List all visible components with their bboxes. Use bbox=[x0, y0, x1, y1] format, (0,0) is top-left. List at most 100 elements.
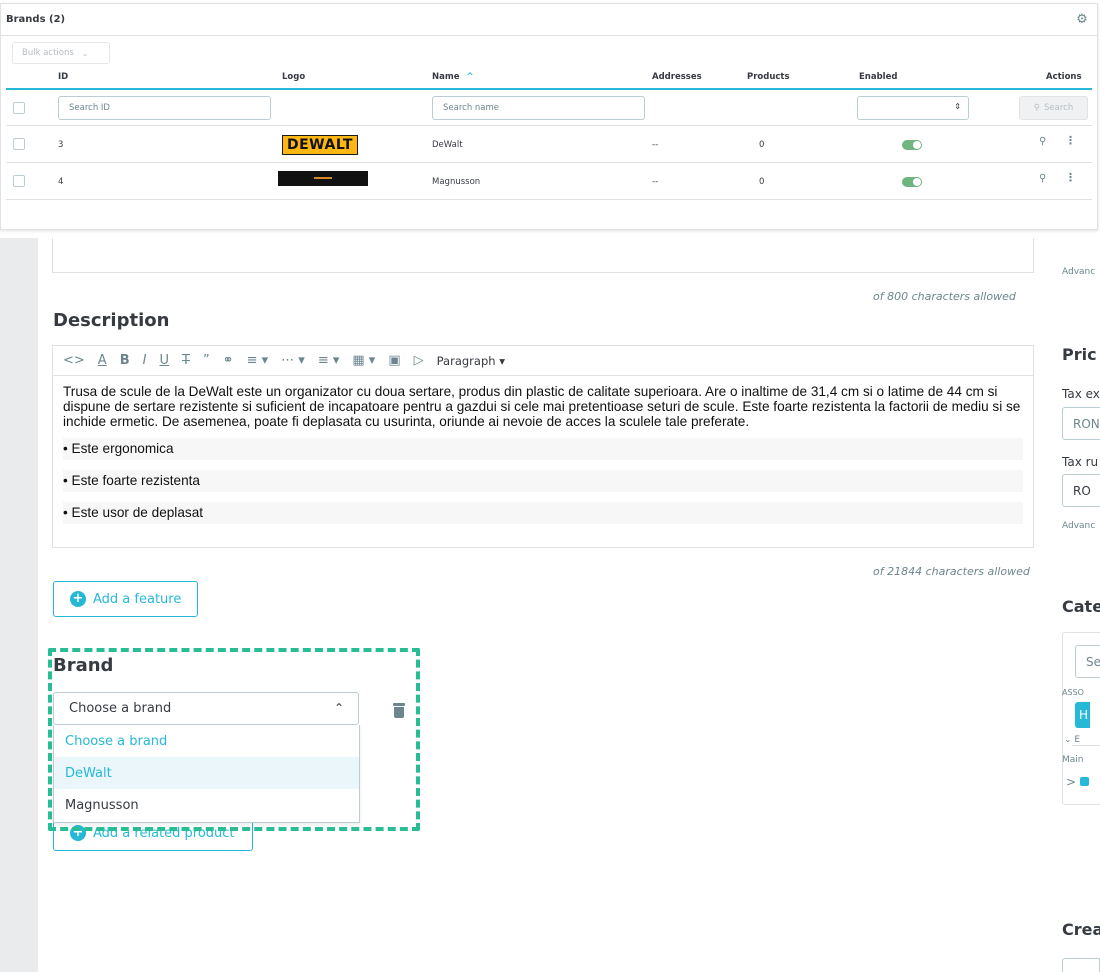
brands-panel-header: Brands (2) ⚙ bbox=[1, 4, 1097, 36]
select-arrows-icon: ⇕ bbox=[954, 102, 961, 111]
brand-dropdown-menu: Choose a brand DeWalt Magnusson bbox=[53, 725, 360, 823]
brand-option[interactable]: Magnusson bbox=[54, 789, 359, 821]
strikethrough-icon[interactable]: T bbox=[182, 353, 190, 368]
italic-icon[interactable]: I bbox=[143, 353, 147, 368]
bulk-actions-button[interactable]: Bulk actions ⌄ bbox=[12, 42, 110, 64]
row-name: Magnusson bbox=[432, 177, 481, 187]
search-button-label: Search bbox=[1044, 103, 1074, 113]
chevron-up-icon: ⌃ bbox=[333, 701, 344, 715]
row-name: DeWalt bbox=[432, 140, 463, 150]
meta-field[interactable] bbox=[52, 238, 1034, 273]
paragraph-format-dropdown[interactable]: Paragraph ▾ bbox=[437, 354, 505, 368]
enabled-toggle[interactable] bbox=[902, 177, 922, 187]
description-editor[interactable]: <> A B I U T ” ⚭ ≡ ▾ ⋯ ▾ ≡ ▾ ▦ ▾ ▣ ▷ Par… bbox=[52, 345, 1034, 548]
main-category-label: Main bbox=[1062, 755, 1084, 765]
checkbox-checked-icon bbox=[1079, 777, 1089, 786]
chevron-down-icon: ⌄ bbox=[81, 48, 89, 58]
column-header-products: Products bbox=[747, 72, 790, 82]
brand-select[interactable]: Choose a brand ⌃ bbox=[53, 692, 359, 725]
view-icon[interactable]: ⚲ bbox=[1039, 173, 1046, 184]
trash-icon[interactable] bbox=[393, 703, 405, 718]
main-category-toggle[interactable]: > bbox=[1066, 775, 1100, 789]
description-title: Description bbox=[53, 310, 170, 331]
table-row[interactable]: 3 DEWALT DeWalt -- 0 ⚲ ⋮ bbox=[6, 126, 1092, 163]
row-products: 0 bbox=[759, 140, 765, 150]
bullet-list-icon[interactable]: ⋯ ▾ bbox=[281, 353, 305, 368]
bold-icon[interactable]: B bbox=[120, 353, 130, 368]
description-bullet: • Este foarte rezistenta bbox=[63, 470, 1023, 492]
brand-title: Brand bbox=[53, 655, 114, 676]
column-header-name-label: Name bbox=[432, 72, 460, 82]
tax-rule-value: RO bbox=[1073, 483, 1091, 498]
align-icon[interactable]: ≡ ▾ bbox=[247, 353, 269, 368]
description-bullet: • Este usor de deplasat bbox=[63, 502, 1023, 524]
row-checkbox[interactable] bbox=[13, 175, 25, 187]
underline-icon[interactable]: U bbox=[159, 353, 169, 368]
text-color-icon[interactable]: A bbox=[98, 353, 107, 368]
column-header-actions: Actions bbox=[1046, 72, 1082, 82]
create-field[interactable] bbox=[1062, 958, 1100, 972]
blockquote-icon[interactable]: ” bbox=[203, 353, 210, 368]
price-tax-excl-input[interactable]: RON bbox=[1062, 407, 1100, 440]
gear-icon[interactable]: ⚙ bbox=[1075, 12, 1089, 27]
row-checkbox[interactable] bbox=[13, 138, 25, 150]
numbered-list-icon[interactable]: ≡ ▾ bbox=[318, 353, 340, 368]
row-addresses: -- bbox=[652, 140, 659, 150]
column-header-name[interactable]: Name ^ bbox=[432, 72, 474, 82]
link-icon[interactable]: ⚭ bbox=[223, 353, 234, 368]
column-header-id[interactable]: ID bbox=[58, 72, 68, 82]
more-actions-icon[interactable]: ⋮ bbox=[1065, 135, 1076, 147]
enabled-filter-select[interactable]: ⇕ bbox=[857, 96, 969, 120]
plus-circle-icon: + bbox=[70, 825, 86, 841]
associated-categories-label: ASSO bbox=[1062, 688, 1084, 697]
column-header-logo: Logo bbox=[282, 72, 306, 82]
pricing-title: Pric bbox=[1062, 345, 1097, 364]
image-icon[interactable]: ▣ bbox=[388, 353, 400, 368]
advanced-link[interactable]: Advanc bbox=[1062, 267, 1100, 277]
source-code-icon[interactable]: <> bbox=[63, 353, 85, 368]
filter-row: Search ID Search name ⇕ ⚲ Search bbox=[6, 90, 1092, 126]
left-gutter bbox=[0, 238, 38, 972]
more-actions-icon[interactable]: ⋮ bbox=[1065, 172, 1076, 184]
search-icon: ⚲ bbox=[1033, 103, 1041, 113]
row-id: 3 bbox=[58, 140, 64, 150]
search-id-input[interactable]: Search ID bbox=[58, 96, 271, 120]
search-button[interactable]: ⚲ Search bbox=[1019, 96, 1088, 120]
create-title: Crea bbox=[1062, 920, 1100, 939]
enabled-toggle[interactable] bbox=[902, 140, 922, 150]
meta-char-count: of 800 characters allowed bbox=[873, 290, 1016, 303]
category-tag[interactable]: H bbox=[1075, 702, 1090, 728]
description-bullet: • Este ergonomica bbox=[63, 438, 1023, 460]
description-char-count: of 21844 characters allowed bbox=[873, 565, 1030, 578]
row-addresses: -- bbox=[652, 177, 659, 187]
brand-option[interactable]: Choose a brand bbox=[54, 725, 359, 757]
media-icon[interactable]: ▷ bbox=[414, 353, 424, 368]
brand-logo bbox=[278, 171, 368, 186]
editor-toolbar: <> A B I U T ” ⚭ ≡ ▾ ⋯ ▾ ≡ ▾ ▦ ▾ ▣ ▷ Par… bbox=[53, 346, 1033, 376]
description-paragraph: Trusa de scule de la DeWalt este un orga… bbox=[63, 384, 1021, 429]
sort-asc-icon: ^ bbox=[466, 72, 474, 82]
brand-option[interactable]: DeWalt bbox=[54, 757, 359, 789]
select-all-checkbox[interactable] bbox=[13, 102, 25, 114]
editor-content[interactable]: Trusa de scule de la DeWalt este un orga… bbox=[53, 376, 1033, 524]
paragraph-label: Paragraph bbox=[436, 353, 496, 368]
expand-link-label: E bbox=[1074, 735, 1081, 745]
advanced-link[interactable]: Advanc bbox=[1062, 521, 1100, 531]
bulk-actions-label: Bulk actions bbox=[22, 48, 74, 58]
search-name-input[interactable]: Search name bbox=[432, 96, 645, 120]
divider bbox=[1072, 745, 1100, 746]
add-feature-label: Add a feature bbox=[93, 591, 182, 607]
view-icon[interactable]: ⚲ bbox=[1039, 136, 1046, 147]
categories-title: Cate bbox=[1062, 597, 1100, 616]
brand-select-value: Choose a brand bbox=[69, 701, 172, 716]
column-header-enabled: Enabled bbox=[859, 72, 898, 82]
plus-circle-icon: + bbox=[70, 591, 86, 607]
tax-excl-label: Tax ex bbox=[1062, 387, 1100, 401]
row-products: 0 bbox=[759, 177, 765, 187]
tax-rule-select[interactable]: RO bbox=[1062, 474, 1100, 507]
expand-link[interactable]: ⌄ E bbox=[1064, 735, 1100, 745]
category-search-input[interactable]: Se bbox=[1075, 645, 1100, 678]
table-icon[interactable]: ▦ ▾ bbox=[352, 353, 375, 368]
table-row[interactable]: 4 Magnusson -- 0 ⚲ ⋮ bbox=[6, 163, 1092, 200]
add-feature-button[interactable]: + Add a feature bbox=[53, 581, 198, 617]
